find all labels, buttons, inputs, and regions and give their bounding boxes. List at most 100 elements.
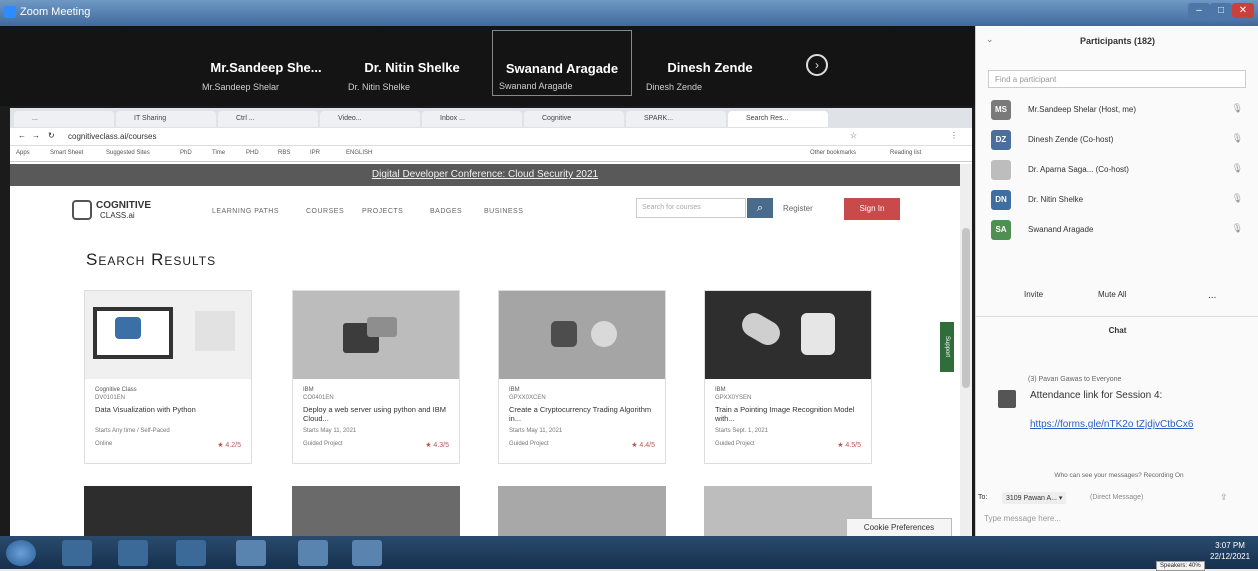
reload-icon[interactable]: ↻ xyxy=(48,131,55,140)
media-player-icon[interactable] xyxy=(62,540,92,566)
bookmark[interactable]: Other bookmarks xyxy=(810,150,856,156)
course-card[interactable]: IBM GPXX0YSEN Train a Pointing Image Rec… xyxy=(704,290,872,464)
page-title: Search Results xyxy=(86,250,217,269)
search-input[interactable]: Search for courses xyxy=(636,198,746,218)
participants-chat-panel: ⌄ Participants (182) Find a participant … xyxy=(975,26,1258,536)
logo-text[interactable]: COGNITIVE xyxy=(96,200,151,211)
course-card[interactable] xyxy=(292,486,460,542)
file-icon[interactable]: ⇪ xyxy=(1220,492,1228,503)
invite-button[interactable]: Invite xyxy=(1024,290,1043,299)
start-button-icon[interactable] xyxy=(6,540,36,566)
minimize-button[interactable]: – xyxy=(1188,3,1210,18)
participant-row[interactable]: Dr. Aparna Saga... (Co-host) 🎙 xyxy=(976,158,1258,182)
course-card[interactable]: IBM CO0401EN Deploy a web server using p… xyxy=(292,290,460,464)
zoom-taskbar-icon[interactable] xyxy=(298,540,328,566)
menu-icon[interactable]: ⋮ xyxy=(950,131,958,140)
more-options-button[interactable]: ... xyxy=(1208,290,1216,301)
cookie-preferences-button[interactable]: Cookie Preferences xyxy=(846,518,952,538)
window-titlebar: Zoom Meeting – □ ✕ xyxy=(0,0,1258,26)
participant-search-input[interactable]: Find a participant xyxy=(988,70,1246,88)
bookmark[interactable]: RBS xyxy=(278,150,290,156)
participant-name: Mr.Sandeep Shelar (Host, me) xyxy=(1028,105,1137,114)
bookmark[interactable]: Suggested Sites xyxy=(106,150,150,156)
bookmark[interactable]: Time xyxy=(212,150,225,156)
announcement-banner[interactable]: Digital Developer Conference: Cloud Secu… xyxy=(10,164,960,186)
close-button[interactable]: ✕ xyxy=(1232,3,1254,18)
video-tile-name: Swanand Aragade xyxy=(505,61,619,76)
browser-tab[interactable]: Video... xyxy=(320,111,420,127)
scrollbar-thumb[interactable] xyxy=(962,228,970,388)
nav-business[interactable]: BUSINESS xyxy=(484,208,523,215)
support-tab[interactable]: Support xyxy=(940,322,954,372)
course-date: Starts Sept. 1, 2021 xyxy=(715,428,769,434)
browser-tab-active[interactable]: Search Res... xyxy=(728,111,828,127)
browser-tab[interactable]: IT Sharing xyxy=(116,111,216,127)
bookmark[interactable]: Smart Sheet xyxy=(50,150,83,156)
participant-name: Swanand Aragade xyxy=(1028,225,1094,234)
file-explorer-icon[interactable] xyxy=(176,540,206,566)
course-card[interactable]: IBM GPXX0XCEN Create a Cryptocurrency Tr… xyxy=(498,290,666,464)
back-icon[interactable]: ← xyxy=(18,131,26,140)
nav-learning-paths[interactable]: LEARNING PATHS xyxy=(212,208,279,215)
maximize-button[interactable]: □ xyxy=(1210,3,1232,18)
mic-icon[interactable]: 🎙 xyxy=(1232,163,1243,174)
participant-row[interactable]: SA Swanand Aragade 🎙 xyxy=(976,218,1258,242)
participant-row[interactable]: DN Dr. Nitin Shelke 🎙 xyxy=(976,188,1258,212)
app-icon[interactable] xyxy=(352,540,382,566)
chat-privacy-note[interactable]: Who can see your messages? Recording On xyxy=(984,472,1254,479)
course-thumbnail xyxy=(705,291,871,379)
course-title[interactable]: Data Visualization with Python xyxy=(95,405,245,414)
video-tile-label: Dr. Nitin Shelke xyxy=(348,82,411,92)
participant-row[interactable]: MS Mr.Sandeep Shelar (Host, me) 🎙 xyxy=(976,98,1258,122)
course-date: Starts May 11, 2021 xyxy=(303,428,357,434)
mic-icon[interactable]: 🎙 xyxy=(1232,223,1243,234)
bookmark[interactable]: Apps xyxy=(16,150,30,156)
course-card[interactable] xyxy=(84,486,252,542)
video-tile-label: Mr.Sandeep Shelar xyxy=(202,82,280,92)
site-nav: COGNITIVE CLASS.ai LEARNING PATHS COURSE… xyxy=(10,186,960,242)
bookmark[interactable]: PhD xyxy=(180,150,192,156)
register-link[interactable]: Register xyxy=(783,204,813,213)
nav-projects[interactable]: PROJECTS xyxy=(362,208,403,215)
chat-input[interactable]: Type message here... xyxy=(980,510,1250,532)
nav-badges[interactable]: BADGES xyxy=(430,208,462,215)
url-field[interactable]: cognitiveclass.ai/courses xyxy=(68,132,156,141)
clock-time: 3:07 PM xyxy=(1215,541,1245,550)
app-icon[interactable] xyxy=(236,540,266,566)
chat-link[interactable]: https://forms.gle/nTK2o tZjdjvCtbCx6 xyxy=(1030,419,1230,431)
mic-icon[interactable]: 🎙 xyxy=(1232,103,1243,114)
participant-row[interactable]: DZ Dinesh Zende (Co-host) 🎙 xyxy=(976,128,1258,152)
course-title[interactable]: Train a Pointing Image Recognition Model… xyxy=(715,405,865,423)
course-card[interactable] xyxy=(498,486,666,542)
browser-tab[interactable]: ... xyxy=(14,111,114,127)
video-tile[interactable]: Dinesh Zende Dinesh Zende xyxy=(640,30,780,96)
course-title[interactable]: Deploy a web server using python and IBM… xyxy=(303,405,453,423)
bookmark[interactable]: PHD xyxy=(246,150,259,156)
video-tile[interactable]: Mr.Sandeep She... Mr.Sandeep Shelar xyxy=(196,30,336,96)
browser-tab[interactable]: Inbox ... xyxy=(422,111,522,127)
signin-button[interactable]: Sign In xyxy=(844,198,900,220)
browser-tab[interactable]: Ctrl ... xyxy=(218,111,318,127)
search-icon[interactable]: ⌕ xyxy=(747,198,773,218)
chat-recipient-dropdown[interactable]: 3109 Pawan A... ▾ xyxy=(1002,492,1067,504)
logo-subtext[interactable]: CLASS.ai xyxy=(100,211,135,220)
video-tile[interactable]: Dr. Nitin Shelke Dr. Nitin Shelke xyxy=(342,30,482,96)
mic-icon[interactable]: 🎙 xyxy=(1232,133,1243,144)
bookmark[interactable]: Reading list xyxy=(890,150,921,156)
browser-tab[interactable]: SPARK... xyxy=(626,111,726,127)
cognitive-class-logo-icon[interactable] xyxy=(72,200,92,220)
browser-tab[interactable]: Cognitive xyxy=(524,111,624,127)
taskbar-clock[interactable]: 3:07 PM 22/12/2021 xyxy=(1210,540,1250,562)
chrome-icon[interactable] xyxy=(118,540,148,566)
video-tile-active[interactable]: Swanand Aragade Swanand Aragade xyxy=(492,30,632,96)
mic-icon[interactable]: 🎙 xyxy=(1232,193,1243,204)
star-icon[interactable]: ☆ xyxy=(850,131,857,140)
bookmark[interactable]: IPR xyxy=(310,150,320,156)
chevron-right-icon[interactable]: › xyxy=(806,54,828,76)
course-card[interactable]: Cognitive Class DV0101EN Data Visualizat… xyxy=(84,290,252,464)
bookmark[interactable]: ENGLISH xyxy=(346,150,372,156)
nav-courses[interactable]: COURSES xyxy=(306,208,344,215)
forward-icon[interactable]: → xyxy=(32,131,40,140)
course-title[interactable]: Create a Cryptocurrency Trading Algorith… xyxy=(509,405,659,423)
mute-all-button[interactable]: Mute All xyxy=(1098,290,1126,299)
